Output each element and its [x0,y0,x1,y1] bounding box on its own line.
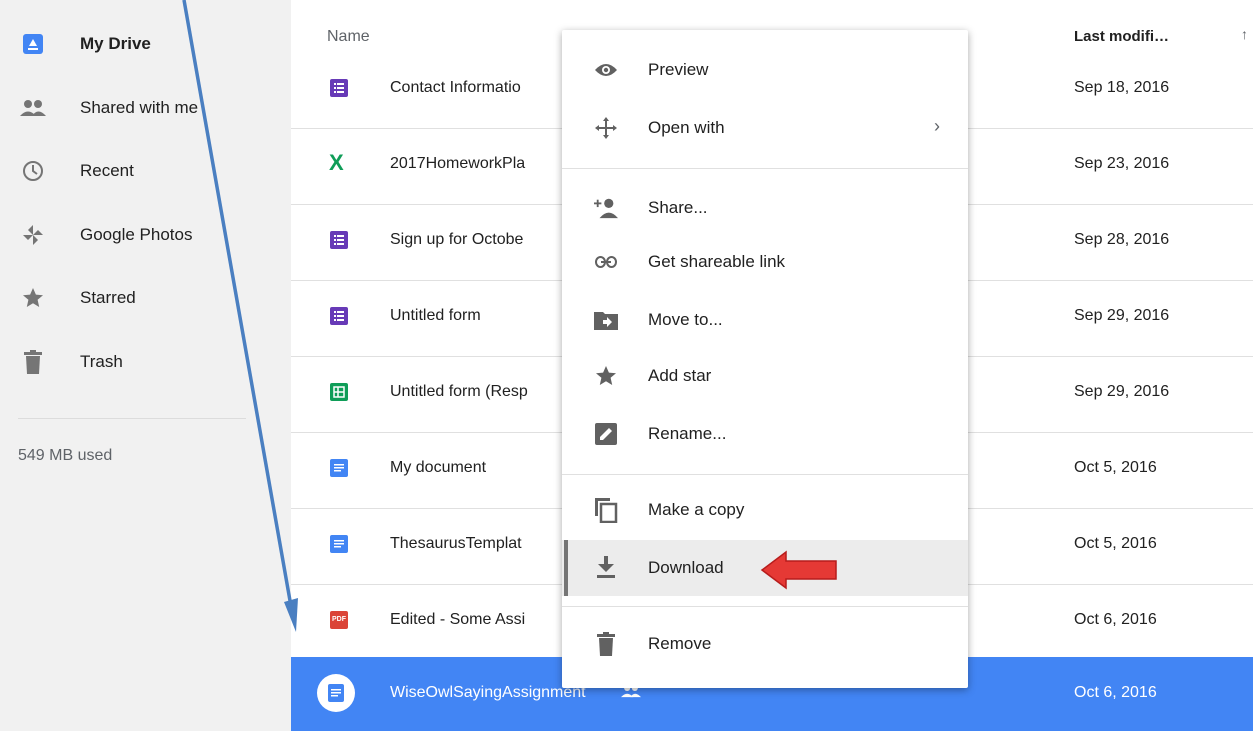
file-modified: Sep 18, 2016 [1074,79,1170,96]
move-arrows-icon [594,116,618,140]
sidebar-item-label: My Drive [80,34,151,53]
star-icon [594,364,618,388]
excel-icon: X [329,150,344,175]
eye-icon [594,58,618,82]
file-name: ThesaurusTemplat [390,535,522,552]
clock-icon [20,158,46,184]
storage-usage: 549 MB used [18,447,113,464]
file-modified: Sep 28, 2016 [1074,231,1170,248]
people-icon [20,95,46,121]
sidebar-item-label: Trash [80,352,123,371]
sidebar-item-recent[interactable]: Recent [0,141,291,201]
trash-icon [20,349,46,375]
menu-item-label: Open with [648,118,725,137]
download-icon [594,555,618,579]
menu-item-label: Preview [648,60,709,79]
pencil-icon [594,422,618,446]
sidebar-item-trash[interactable]: Trash [0,332,291,392]
file-modified: Oct 5, 2016 [1074,535,1157,552]
menu-item-label: Get shareable link [648,252,786,271]
red-arrow-annotation [760,550,837,590]
menu-item-label: Move to... [648,310,723,329]
file-modified: Sep 29, 2016 [1074,383,1170,400]
link-icon [594,250,618,274]
sidebar-item-shared[interactable]: Shared with me [0,78,291,138]
menu-item-preview[interactable]: Preview [562,44,968,96]
file-name: 2017HomeworkPla [390,155,526,172]
sheets-icon [330,383,348,401]
trash-icon [594,632,618,656]
menu-item-share[interactable]: Share... [562,182,968,234]
menu-item-label: Rename... [648,424,727,443]
menu-item-make-copy[interactable]: Make a copy [562,484,968,536]
sidebar-item-photos[interactable]: Google Photos [0,205,291,265]
file-name: Untitled form (Resp [390,383,528,400]
file-name: WiseOwlSayingAssignment [390,684,586,701]
menu-item-label: Add star [648,366,712,385]
menu-separator [562,474,968,475]
menu-item-add-star[interactable]: Add star [562,350,968,402]
sidebar-item-starred[interactable]: Starred [0,268,291,328]
sidebar-item-my-drive[interactable]: My Drive [0,14,291,74]
forms-icon [330,79,348,97]
sidebar-item-label: Recent [80,161,134,180]
menu-item-get-link[interactable]: Get shareable link [562,236,968,288]
add-person-icon [594,196,618,220]
menu-separator [562,606,968,607]
copy-icon [594,498,618,523]
column-header-name[interactable]: Name [327,28,370,46]
sidebar-item-label: Google Photos [80,225,193,244]
menu-item-label: Share... [648,198,708,217]
forms-icon [330,307,348,325]
folder-move-icon [594,308,618,332]
chevron-right-icon: › [934,116,940,136]
file-modified: Oct 6, 2016 [1074,611,1157,628]
docs-icon [330,535,348,553]
file-name: Contact Informatio [390,79,521,96]
menu-item-label: Download [648,558,724,577]
sidebar-divider [18,418,246,419]
menu-item-move-to[interactable]: Move to... [562,294,968,346]
file-name: Untitled form [390,307,481,324]
sort-arrow-icon[interactable]: ↑ [1241,26,1248,42]
menu-separator [562,168,968,169]
drive-icon [20,31,46,57]
docs-icon [330,459,348,477]
sidebar-item-label: Starred [80,288,136,307]
file-name: My document [390,459,487,476]
pdf-icon: PDF [330,611,348,629]
pinwheel-icon [20,222,46,248]
forms-icon [330,231,348,249]
sidebar-item-label: Shared with me [80,98,199,117]
menu-item-remove[interactable]: Remove [562,618,968,670]
file-name: Sign up for Octobe [390,231,524,248]
menu-item-label: Make a copy [648,500,745,519]
file-modified: Sep 29, 2016 [1074,307,1170,324]
file-modified: Sep 23, 2016 [1074,155,1170,172]
menu-item-label: Remove [648,634,712,653]
file-modified: Oct 6, 2016 [1074,684,1157,701]
file-modified: Oct 5, 2016 [1074,459,1157,476]
star-icon [20,285,46,311]
menu-item-open-with[interactable]: Open with › [562,102,968,154]
column-header-modified[interactable]: Last modifi… [1074,28,1169,45]
docs-icon [317,674,355,712]
file-name: Edited - Some Assi [390,611,526,628]
sidebar: My Drive Shared with me Recent Google Ph… [0,0,291,731]
menu-item-rename[interactable]: Rename... [562,408,968,460]
